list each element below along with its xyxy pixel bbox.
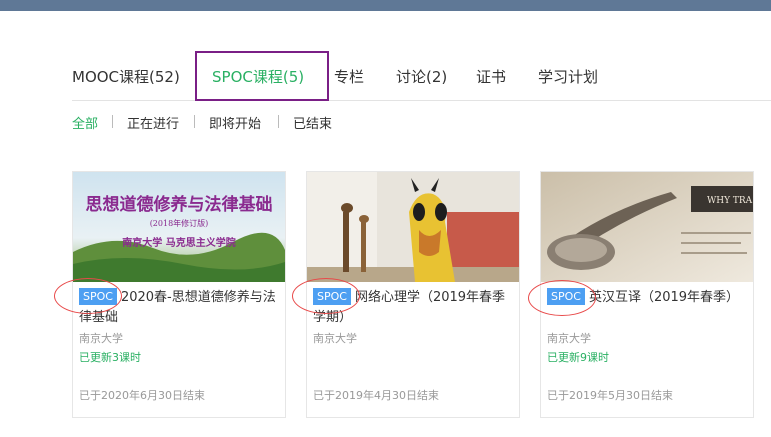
cover-subtitle-text: (2018年修订版) — [150, 218, 209, 228]
course-end-date: 已于2019年4月30日结束 — [313, 389, 439, 402]
course-update-status: 已更新3课时 — [79, 351, 141, 364]
tab-study-plan[interactable]: 学习计划 — [538, 66, 598, 87]
tab-column[interactable]: 专栏 — [334, 66, 364, 87]
course-school: 南京大学 — [313, 332, 357, 345]
tab-highlight-box — [195, 51, 329, 101]
course-update-status: 已更新9课时 — [547, 351, 609, 364]
filter-upcoming[interactable]: 即将开始 — [209, 113, 261, 132]
filter-all[interactable]: 全部 — [72, 113, 98, 132]
cover-title-text: WHY TRA — [707, 196, 753, 206]
spoc-annotation-circle — [528, 280, 596, 316]
tab-discussion[interactable]: 讨论(2) — [396, 66, 447, 87]
filter-separator — [278, 115, 279, 128]
top-bar — [0, 0, 771, 11]
course-school: 南京大学 — [547, 332, 591, 345]
course-cover-image: WHY TRA — [541, 172, 753, 282]
cover-school-text: 南京大学 马克思主义学院 — [122, 236, 235, 249]
tab-certificate[interactable]: 证书 — [476, 66, 506, 87]
course-end-date: 已于2020年6月30日结束 — [79, 389, 205, 402]
course-title-text: 英汉互译（2019年春季） — [588, 290, 740, 305]
course-cover-image: 思想道德修养与法律基础 (2018年修订版) 南京大学 马克思主义学院 — [73, 172, 285, 282]
tabs-divider — [72, 100, 771, 101]
course-school: 南京大学 — [79, 332, 123, 345]
course-cover-image — [307, 172, 519, 282]
spoc-annotation-circle — [292, 278, 360, 314]
spoc-annotation-circle — [54, 278, 122, 314]
filter-ongoing[interactable]: 正在进行 — [127, 113, 179, 132]
cover-title-text: 思想道德修养与法律基础 — [86, 194, 273, 215]
filter-separator — [112, 115, 113, 128]
tab-mooc[interactable]: MOOC课程(52) — [72, 66, 180, 87]
course-end-date: 已于2019年5月30日结束 — [547, 389, 673, 402]
filter-ended[interactable]: 已结束 — [293, 113, 332, 132]
filter-separator — [194, 115, 195, 128]
